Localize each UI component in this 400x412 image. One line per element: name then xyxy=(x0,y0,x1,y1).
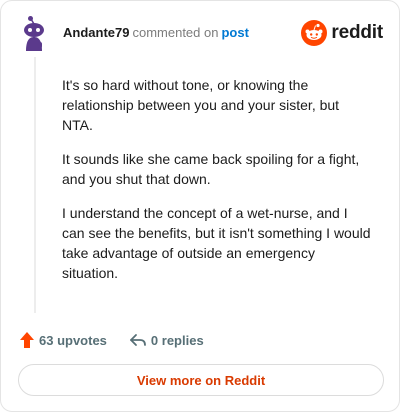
comment-paragraph: It's so hard without tone, or knowing th… xyxy=(62,77,340,133)
comment-meta: Andante79 commented on post xyxy=(63,25,249,41)
view-more-button[interactable]: View more on Reddit xyxy=(18,364,384,396)
reply-arrow-icon xyxy=(130,334,146,346)
commented-on-text: commented on xyxy=(132,25,219,40)
comment-embed-card: Andante79 commented on post reddit It's so… xyxy=(0,0,400,412)
reddit-brand[interactable]: reddit xyxy=(301,20,383,46)
comment-paragraph: I understand the concept of a wet-nurse,… xyxy=(62,205,371,281)
upvote-count: 63 upvotes xyxy=(39,332,107,348)
snoo-avatar-icon[interactable] xyxy=(17,15,53,51)
reddit-logo-icon xyxy=(301,20,328,46)
upvote-arrow-icon xyxy=(20,332,34,348)
replies-button[interactable]: 0 replies xyxy=(129,332,204,348)
comment-paragraph: It sounds like she came back spoiling fo… xyxy=(62,151,360,187)
comment-actions: 63 upvotes 0 replies xyxy=(19,329,204,351)
post-link[interactable]: post xyxy=(221,25,248,40)
upvote-button[interactable]: 63 upvotes xyxy=(19,331,107,349)
comment-body: It's so hard without tone, or knowing th… xyxy=(62,75,372,297)
reddit-wordmark: reddit xyxy=(331,22,383,43)
username-link[interactable]: Andante79 xyxy=(63,25,129,40)
comment-header: Andante79 commented on post reddit xyxy=(17,15,383,51)
reply-count: 0 replies xyxy=(150,332,204,348)
thread-line xyxy=(34,57,36,313)
